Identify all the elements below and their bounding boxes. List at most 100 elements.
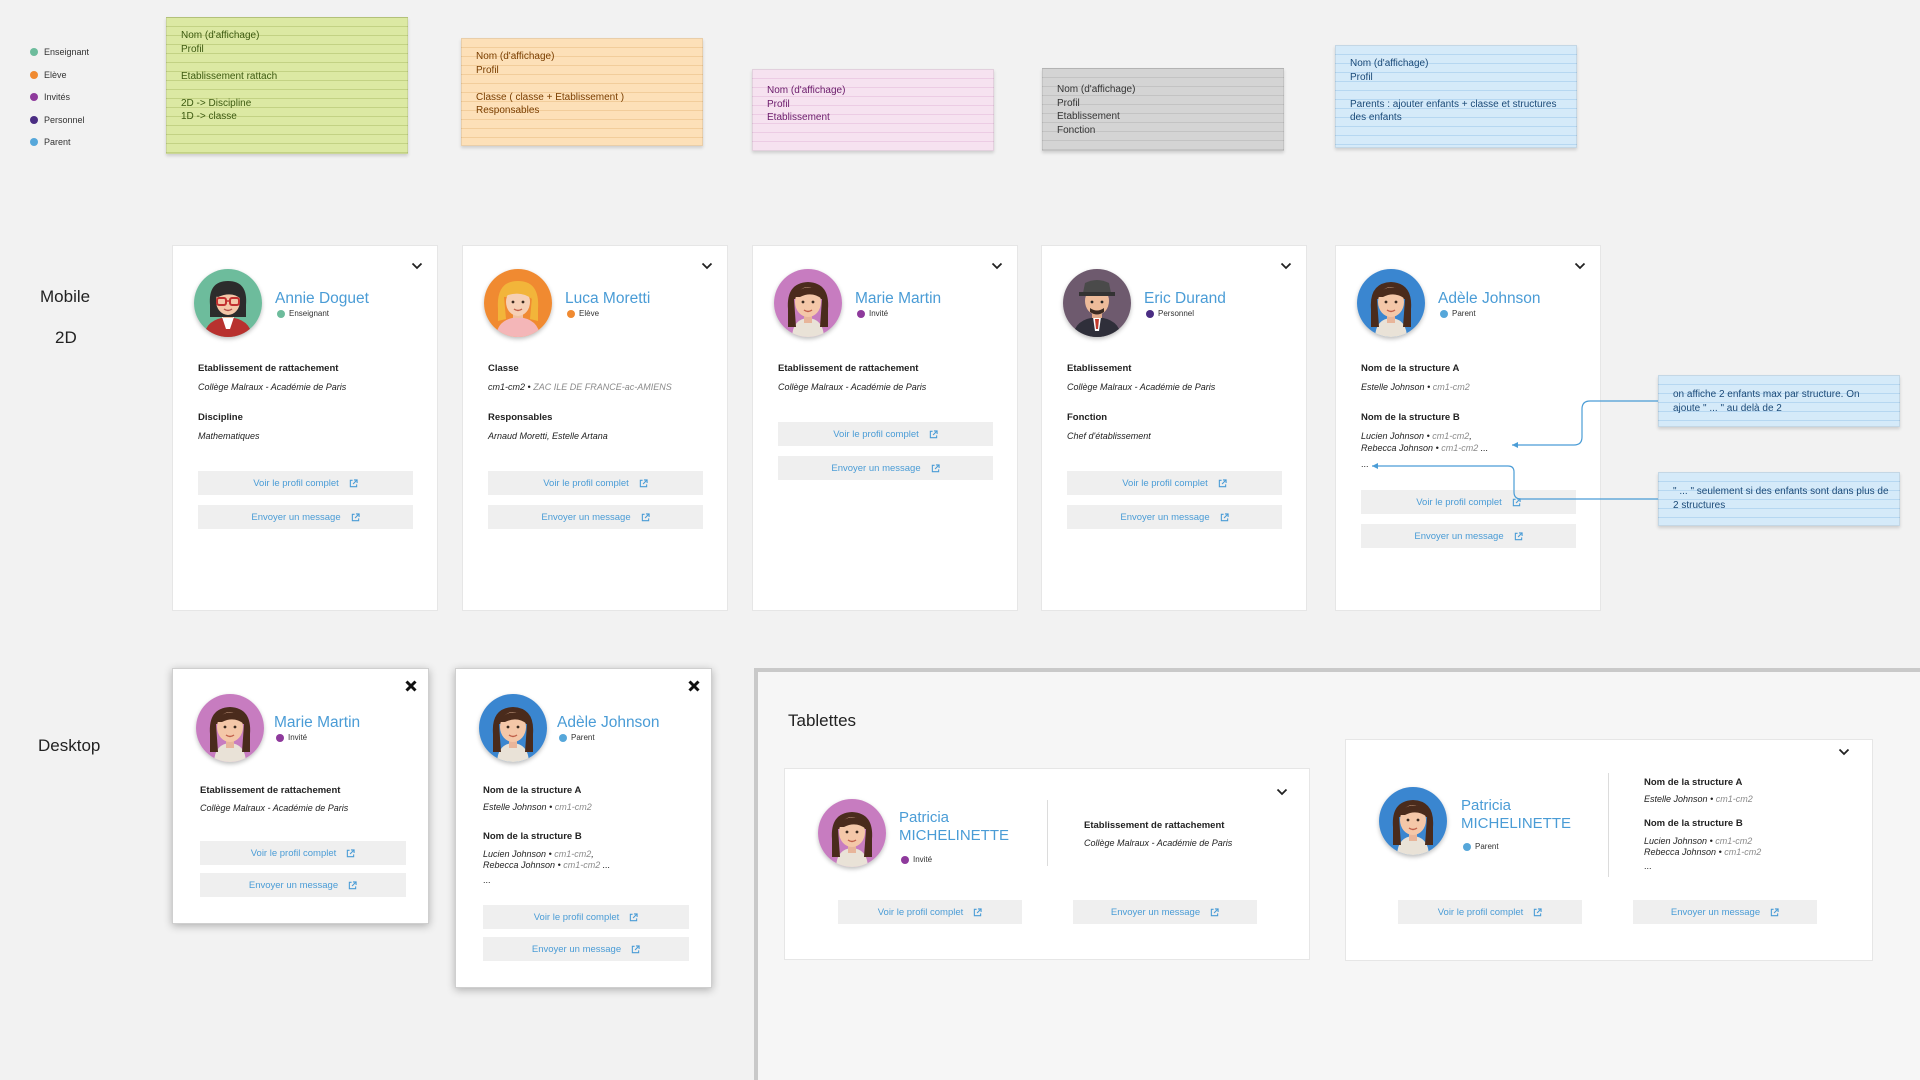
user-name[interactable]: Patricia MICHELINETTE: [1461, 797, 1581, 833]
view-profile-button[interactable]: Voir le profil complet: [483, 905, 689, 929]
send-message-button[interactable]: Envoyer un message: [1633, 900, 1817, 924]
note-line: Fonction: [1057, 124, 1096, 136]
child-name[interactable]: Estelle Johnson: [1361, 382, 1425, 392]
external-link-icon: [631, 944, 640, 953]
send-message-button[interactable]: Envoyer un message: [778, 456, 993, 480]
external-link-icon: [348, 880, 357, 889]
note-line: [1350, 84, 1562, 98]
button-label: Voir le profil complet: [1437, 906, 1524, 918]
user-role: Parent: [1440, 309, 1476, 318]
button-label: Voir le profil complet: [253, 477, 339, 489]
note-line: " ... " seulement si des enfants sont da…: [1673, 486, 1889, 497]
button-label: Envoyer un message: [541, 511, 631, 523]
user-name[interactable]: Annie Doguet: [275, 290, 369, 308]
external-link-icon: [639, 478, 648, 487]
user-name[interactable]: Adèle Johnson: [1438, 290, 1541, 308]
structure-a-label: Nom de la structure A: [1361, 363, 1460, 374]
sticky-note-eleve: Nom (d'affichage) Profil Classe ( classe…: [461, 38, 703, 146]
profile-popover-adele-johnson: Adèle Johnson Parent Nom de la structure…: [455, 668, 712, 988]
chevron-down-icon[interactable]: [411, 260, 423, 272]
send-message-button[interactable]: Envoyer un message: [200, 873, 406, 897]
user-name[interactable]: Luca Moretti: [565, 290, 650, 308]
field-label: Discipline: [198, 412, 243, 423]
note-line: on affiche 2 enfants max par structure. …: [1673, 389, 1860, 400]
chevron-down-icon[interactable]: [1574, 260, 1586, 272]
view-profile-button[interactable]: Voir le profil complet: [1398, 900, 1582, 924]
view-profile-button[interactable]: Voir le profil complet: [778, 422, 993, 446]
avatar: [1063, 269, 1131, 337]
role-dot: [1440, 309, 1448, 318]
child-name[interactable]: Estelle Johnson: [1644, 794, 1708, 804]
tablet-card-patricia-invite: Patricia MICHELINETTE Invité Etablisseme…: [784, 768, 1310, 960]
send-message-button[interactable]: Envoyer un message: [1073, 900, 1257, 924]
note-line: Profil: [181, 43, 204, 55]
section-label-2d: 2D: [55, 328, 77, 347]
profile-card-eric-durand: Eric Durand Personnel Etablissement Coll…: [1041, 245, 1307, 611]
child-name[interactable]: Lucien Johnson: [1361, 431, 1424, 441]
external-link-icon: [974, 907, 982, 916]
field-label: Etablissement: [1067, 363, 1132, 374]
chevron-down-icon[interactable]: [991, 260, 1003, 272]
chevron-down-icon[interactable]: [701, 260, 713, 272]
field-label: Fonction: [1067, 412, 1108, 423]
user-name[interactable]: Adèle Johnson: [557, 714, 660, 732]
child-row: Estelle Johnson • cm1-cm2: [483, 802, 592, 812]
field-label: Responsables: [488, 412, 553, 423]
role-dot: [1146, 309, 1154, 318]
user-name[interactable]: Marie Martin: [274, 714, 360, 732]
note-line: [476, 77, 688, 91]
view-profile-button[interactable]: Voir le profil complet: [1067, 471, 1282, 495]
child-name[interactable]: Lucien Johnson: [1644, 836, 1707, 846]
field-value: Collège Malraux - Académie de Paris: [200, 803, 349, 813]
role-dot: [276, 733, 284, 742]
structure-a-label: Nom de la structure A: [483, 785, 582, 796]
external-link-icon: [1770, 907, 1779, 916]
view-profile-button[interactable]: Voir le profil complet: [838, 900, 1022, 924]
role-label: Personnel: [1158, 309, 1195, 318]
view-profile-button[interactable]: Voir le profil complet: [488, 471, 703, 495]
external-link-icon: [1210, 907, 1219, 916]
user-name[interactable]: Eric Durand: [1144, 290, 1226, 308]
child-name[interactable]: Estelle Johnson: [483, 802, 547, 812]
external-link-icon: [1534, 907, 1542, 916]
view-profile-button[interactable]: Voir le profil complet: [198, 471, 413, 495]
send-message-button[interactable]: Envoyer un message: [483, 937, 689, 961]
view-profile-button[interactable]: Voir le profil complet: [200, 841, 406, 865]
structure-b-label: Nom de la structure B: [1644, 818, 1743, 829]
send-message-button[interactable]: Envoyer un message: [1361, 524, 1576, 548]
user-name[interactable]: Marie Martin: [855, 290, 941, 308]
note-line: Nom (d'affichage): [1057, 84, 1136, 95]
avatar: [484, 269, 552, 337]
tablet-card-patricia-parent: Patricia MICHELINETTE Parent Nom de la s…: [1345, 739, 1873, 961]
user-role: Parent: [1463, 842, 1499, 851]
legend-label: Invités: [44, 92, 71, 102]
legend-label: Enseignant: [44, 47, 90, 57]
button-label: Voir le profil complet: [533, 911, 620, 923]
chevron-down-icon[interactable]: [1276, 786, 1288, 798]
send-message-button[interactable]: Envoyer un message: [488, 505, 703, 529]
chevron-down-icon[interactable]: [1280, 260, 1292, 272]
view-profile-button[interactable]: Voir le profil complet: [1361, 490, 1576, 514]
child-name[interactable]: Rebecca Johnson: [483, 860, 555, 870]
user-role: Invité: [276, 733, 307, 742]
note-line: ajoute " ... " au delà de 2: [1673, 402, 1782, 414]
note-line: Nom (d'affichage): [767, 85, 846, 96]
structure-a-label: Nom de la structure A: [1644, 777, 1743, 788]
send-message-button[interactable]: Envoyer un message: [198, 505, 413, 529]
user-role: Parent: [559, 733, 595, 742]
close-icon[interactable]: [404, 679, 418, 693]
child-row: Estelle Johnson • cm1-cm2: [1644, 794, 1753, 804]
note-line: 2 structures: [1673, 499, 1726, 511]
send-message-button[interactable]: Envoyer un message: [1067, 505, 1282, 529]
legend-item-eleve: Elève: [30, 69, 67, 81]
field-value: Chef d'établissement: [1067, 431, 1151, 441]
chevron-down-icon[interactable]: [1838, 746, 1850, 758]
user-name[interactable]: Patricia MICHELINETTE: [899, 809, 1019, 845]
note-line: [181, 83, 393, 97]
child-name[interactable]: Rebecca Johnson: [1361, 443, 1433, 453]
user-role: Enseignant: [277, 309, 329, 318]
close-icon[interactable]: [687, 679, 701, 693]
child-name[interactable]: Rebecca Johnson: [1644, 847, 1716, 857]
child-name[interactable]: Lucien Johnson: [483, 849, 546, 859]
note-line: Profil: [476, 64, 499, 76]
